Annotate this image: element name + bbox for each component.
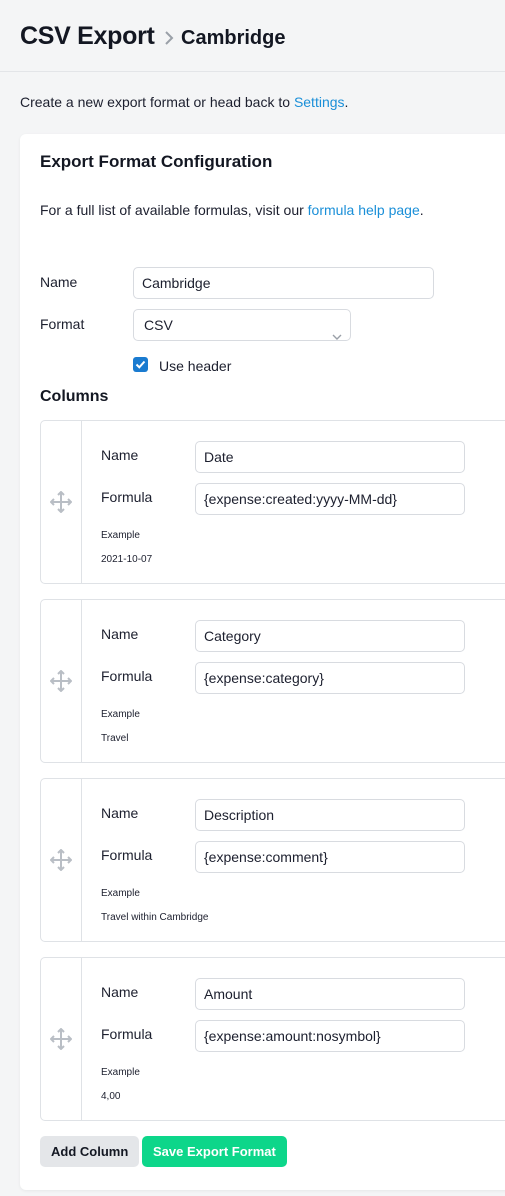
column-formula-label: Formula [101,489,153,505]
export-format-card: Export Format Configuration For a full l… [20,134,505,1190]
drag-handle[interactable] [41,421,82,583]
column-name-input[interactable]: Amount [195,978,465,1010]
name-input[interactable]: Cambridge [133,267,434,299]
intro-text: Create a new export format or head back … [20,94,348,110]
example-value: Travel [101,733,129,744]
example-label: Example [101,888,140,899]
column-item: Name Category Formula {expense:category}… [40,599,505,763]
column-formula-input[interactable]: {expense:created:yyyy-MM-dd} [195,483,465,515]
drag-handle[interactable] [41,958,82,1120]
checkmark-icon [135,360,146,369]
help-suffix: . [419,202,424,218]
formula-help-text: For a full list of available formulas, v… [40,202,424,218]
move-icon [50,491,72,513]
name-label: Name [40,274,78,290]
format-select-value: CSV [144,317,173,333]
drag-handle[interactable] [41,779,82,941]
column-item: Name Date Formula {expense:created:yyyy-… [40,420,505,584]
intro-label: Create a new export format or head back … [20,94,294,110]
columns-title: Columns [40,388,109,405]
move-icon [50,670,72,692]
column-name-input[interactable]: Description [195,799,465,831]
chevron-right-icon [163,30,175,46]
use-header-label: Use header [159,358,232,374]
column-item: Name Amount Formula {expense:amount:nosy… [40,957,505,1121]
column-name-label: Name [101,447,139,463]
column-formula-input[interactable]: {expense:amount:nosymbol} [195,1020,465,1052]
example-label: Example [101,530,140,541]
column-name-label: Name [101,626,139,642]
example-value: 2021-10-07 [101,554,153,565]
settings-link[interactable]: Settings [294,94,345,110]
column-item: Name Description Formula {expense:commen… [40,778,505,942]
column-name-label: Name [101,984,139,1000]
column-formula-label: Formula [101,847,153,863]
column-name-input[interactable]: Category [195,620,465,652]
move-icon [50,849,72,871]
column-formula-label: Formula [101,1026,153,1042]
example-label: Example [101,709,140,720]
use-header-checkbox[interactable] [133,357,148,372]
breadcrumb-root[interactable]: CSV Export [20,22,155,51]
intro-suffix: . [344,94,349,110]
breadcrumb-current: Cambridge [181,27,286,49]
column-name-input[interactable]: Date [195,441,465,473]
example-value: Travel within Cambridge [101,912,209,923]
card-title: Export Format Configuration [40,152,273,171]
page-header: CSV Export Cambridge [0,0,505,72]
help-label: For a full list of available formulas, v… [40,202,308,218]
chevron-down-icon [332,321,342,340]
format-select[interactable]: CSV [133,309,351,341]
column-formula-input[interactable]: {expense:comment} [195,841,465,873]
column-formula-input[interactable]: {expense:category} [195,662,465,694]
example-value: 4,00 [101,1091,121,1102]
format-label: Format [40,316,85,332]
column-name-label: Name [101,805,139,821]
save-export-format-button[interactable]: Save Export Format [142,1136,287,1167]
formula-help-link[interactable]: formula help page [308,202,420,218]
move-icon [50,1028,72,1050]
add-column-button[interactable]: Add Column [40,1136,140,1167]
column-formula-label: Formula [101,668,153,684]
example-label: Example [101,1067,140,1078]
drag-handle[interactable] [41,600,82,762]
